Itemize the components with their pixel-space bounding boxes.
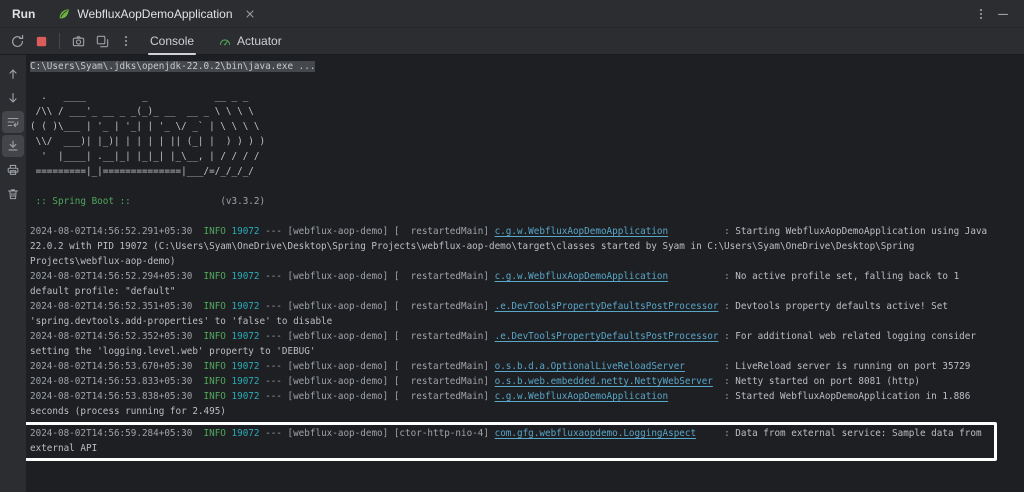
layout-frames-icon[interactable]: [91, 30, 113, 52]
tab-actuator-label: Actuator: [237, 34, 282, 48]
ide-run-tool-window: Run WebfluxAopDemoApplication: [0, 0, 1024, 492]
kebab-menu-icon[interactable]: [970, 3, 992, 25]
tool-window-title: Run: [8, 7, 49, 21]
spring-banner-line: =========|_|==============|___/=/_/_/_/: [30, 164, 999, 179]
run-toolbar: Console Actuator: [0, 28, 1024, 55]
toolbar-separator: [59, 33, 60, 49]
tab-console-label: Console: [150, 34, 194, 48]
clear-trash-icon[interactable]: [2, 183, 24, 205]
spring-banner-line: /\\ / ___'_ __ _ _(_)_ __ __ _ \ \ \ \: [30, 104, 999, 119]
console-output: C:\Users\Syam\.jdks\openjdk-22.0.2\bin\j…: [30, 59, 999, 461]
print-icon[interactable]: [2, 159, 24, 181]
blank-line: [30, 74, 999, 89]
kebab-menu-icon[interactable]: [115, 30, 137, 52]
tab-actuator[interactable]: Actuator: [207, 28, 293, 55]
stop-icon[interactable]: [30, 30, 52, 52]
log-entry: 2024-08-02T14:56:52.352+05:30 INFO 19072…: [30, 329, 999, 359]
run-config-tab[interactable]: WebfluxAopDemoApplication: [49, 0, 268, 28]
spring-boot-icon: [57, 7, 71, 21]
log-entry: 2024-08-02T14:56:59.284+05:30 INFO 19072…: [30, 426, 992, 456]
arrow-down-icon[interactable]: [2, 87, 24, 109]
spring-boot-version-line: :: Spring Boot :: (v3.3.2): [30, 194, 999, 209]
soft-wrap-icon[interactable]: [2, 111, 24, 133]
thread-dump-camera-icon[interactable]: [67, 30, 89, 52]
scroll-to-end-icon[interactable]: [2, 135, 24, 157]
console-left-toolbar: [0, 55, 26, 492]
highlight-box: 2024-08-02T14:56:59.284+05:30 INFO 19072…: [26, 422, 997, 461]
minimize-icon[interactable]: [992, 3, 1014, 25]
arrow-up-icon[interactable]: [2, 63, 24, 85]
console-panel[interactable]: C:\Users\Syam\.jdks\openjdk-22.0.2\bin\j…: [26, 55, 1024, 492]
run-content: C:\Users\Syam\.jdks\openjdk-22.0.2\bin\j…: [0, 55, 1024, 492]
spring-banner-line: . ____ _ __ _ _: [30, 89, 999, 104]
log-entry: 2024-08-02T14:56:53.838+05:30 INFO 19072…: [30, 389, 999, 419]
gauge-icon: [218, 34, 232, 48]
log-entry: 2024-08-02T14:56:52.294+05:30 INFO 19072…: [30, 269, 999, 299]
log-entry: 2024-08-02T14:56:53.833+05:30 INFO 19072…: [30, 374, 999, 389]
tab-console[interactable]: Console: [139, 28, 205, 55]
log-entry: 2024-08-02T14:56:52.351+05:30 INFO 19072…: [30, 299, 999, 329]
run-config-tab-label: WebfluxAopDemoApplication: [77, 7, 232, 21]
spring-banner-line: \\/ ___)| |_)| | | | | || (_| | ) ) ) ): [30, 134, 999, 149]
blank-line: [30, 179, 999, 194]
log-entry: 2024-08-02T14:56:52.291+05:30 INFO 19072…: [30, 224, 999, 269]
blank-line: [30, 209, 999, 224]
run-titlebar: Run WebfluxAopDemoApplication: [0, 0, 1024, 28]
log-entry: 2024-08-02T14:56:53.670+05:30 INFO 19072…: [30, 359, 999, 374]
rerun-icon[interactable]: [6, 30, 28, 52]
spring-banner-line: ' |____| .__|_| |_|_| |_\__, | / / / /: [30, 149, 999, 164]
spring-banner-line: ( ( )\___ | '_ | '_| | '_ \/ _` | \ \ \ …: [30, 119, 999, 134]
close-icon[interactable]: [239, 3, 261, 25]
console-command-line: C:\Users\Syam\.jdks\openjdk-22.0.2\bin\j…: [30, 59, 999, 74]
